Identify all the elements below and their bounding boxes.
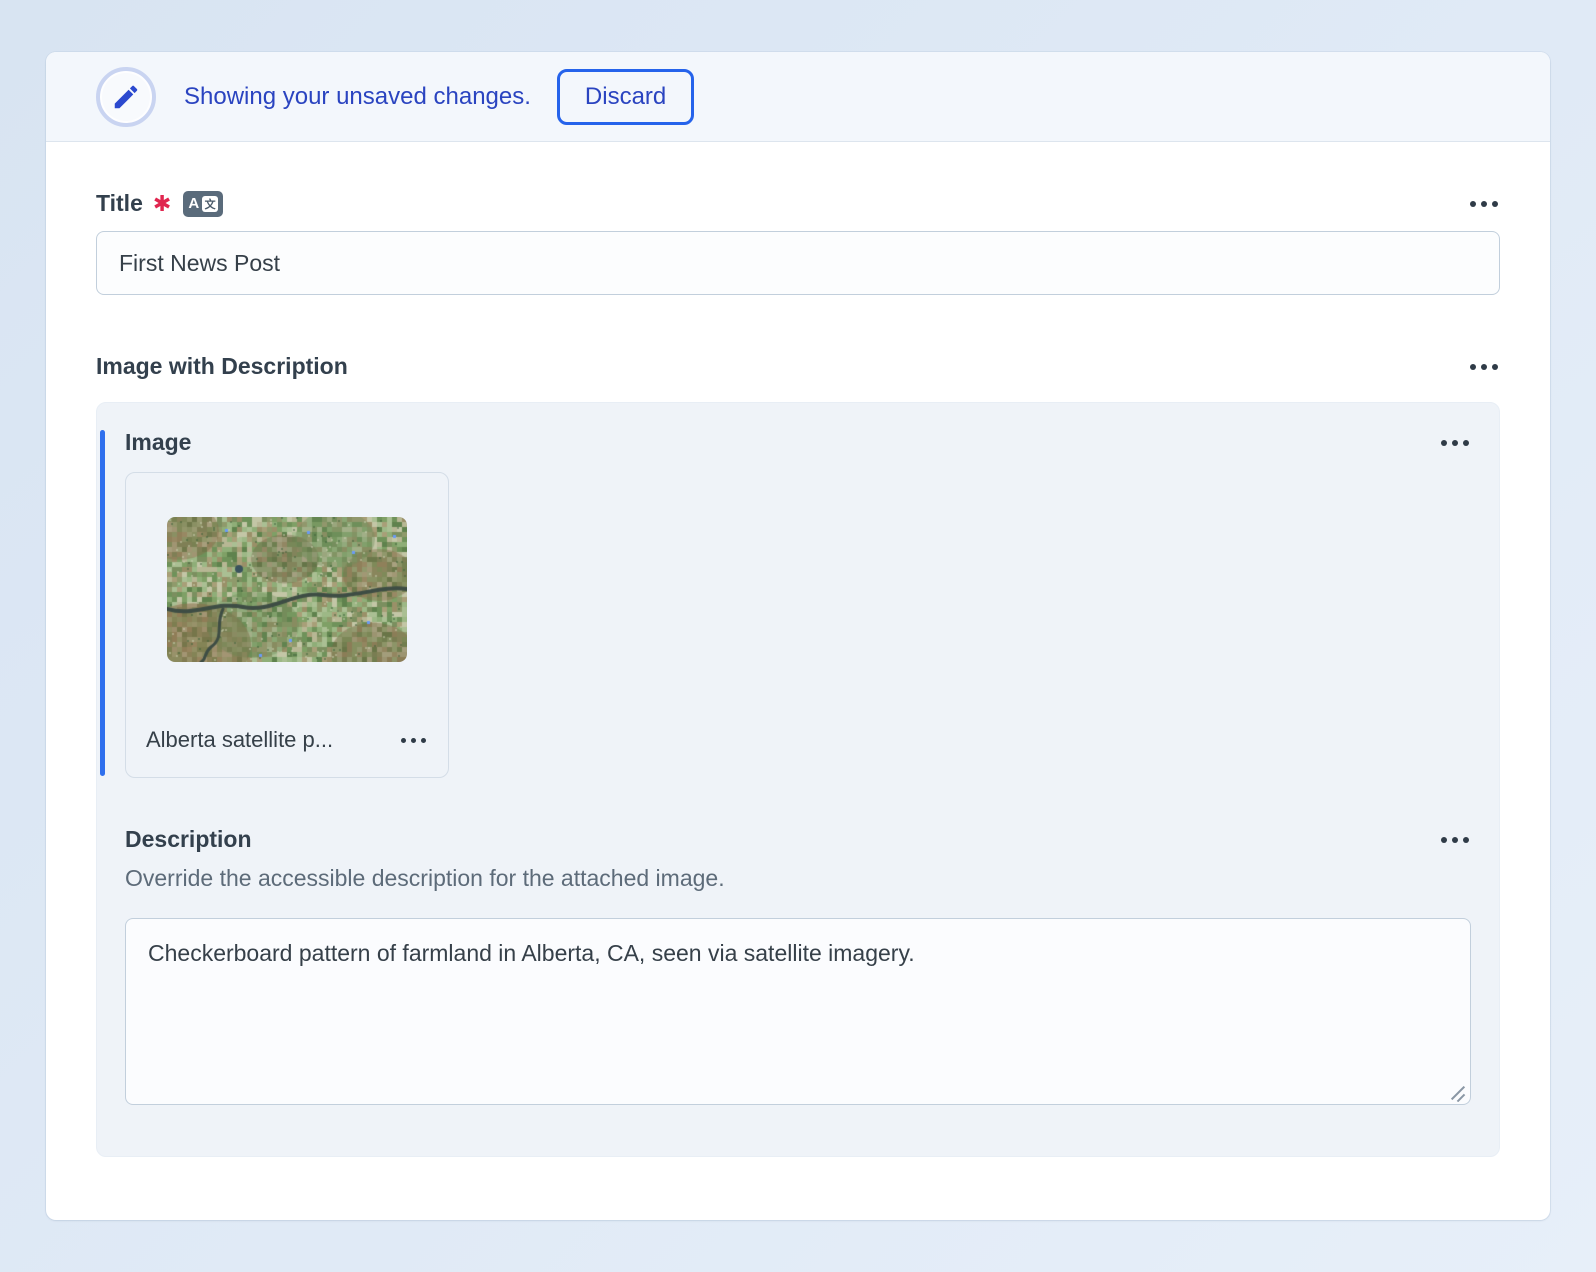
section-header: Image with Description [96, 353, 1500, 380]
thumbnail-caption: Alberta satellite p... [146, 727, 334, 752]
title-menu-button ellipsis-icon[interactable] [1468, 195, 1500, 213]
section-menu-button ellipsis-icon[interactable] [1468, 358, 1500, 376]
image-label: Image [125, 429, 192, 455]
title-field-header: Title ✱ A 文 [96, 190, 1500, 217]
edit-document-panel: Showing your unsaved changes. Discard Ti… [46, 52, 1550, 1220]
description-field: Description Override the accessible desc… [125, 826, 1471, 1110]
translate-icon-letter: A [188, 195, 200, 212]
description-textarea[interactable]: Checkerboard pattern of farmland in Albe… [125, 918, 1471, 1105]
translate-icon-glyph: 文 [202, 195, 219, 212]
image-with-description-group: Image Alberta satellite p... Description… [96, 402, 1500, 1157]
upload-relationship-card[interactable]: Alberta satellite p... [125, 472, 449, 778]
unsaved-changes-banner: Showing your unsaved changes. Discard [46, 52, 1550, 142]
required-marker: ✱ [152, 190, 172, 216]
description-label: Description [125, 826, 252, 852]
image-menu-button ellipsis-icon[interactable] [1439, 434, 1471, 452]
active-field-indicator [100, 430, 105, 776]
translate-icon: A 文 [183, 190, 224, 217]
title-label: Title [96, 190, 143, 216]
description-field-header: Description [125, 826, 1471, 853]
pencil-icon [114, 85, 138, 108]
image-field-header: Image [125, 429, 1471, 456]
satellite-thumbnail-image [167, 517, 407, 662]
unsaved-changes-message: Showing your unsaved changes. [184, 82, 531, 110]
thumbnail-footer: Alberta satellite p... [126, 727, 448, 777]
discard-button[interactable]: Discard [556, 68, 695, 125]
form-content: Title ✱ A 文 Image with Description Image [46, 142, 1550, 1209]
description-help-text: Override the accessible description for … [125, 865, 725, 891]
description-menu-button ellipsis-icon[interactable] [1439, 831, 1471, 849]
edit-status-badge [96, 66, 156, 127]
thumbnail-menu-button ellipsis-icon[interactable] [399, 732, 428, 749]
section-label: Image with Description [96, 353, 348, 379]
title-input[interactable] [96, 231, 1500, 295]
